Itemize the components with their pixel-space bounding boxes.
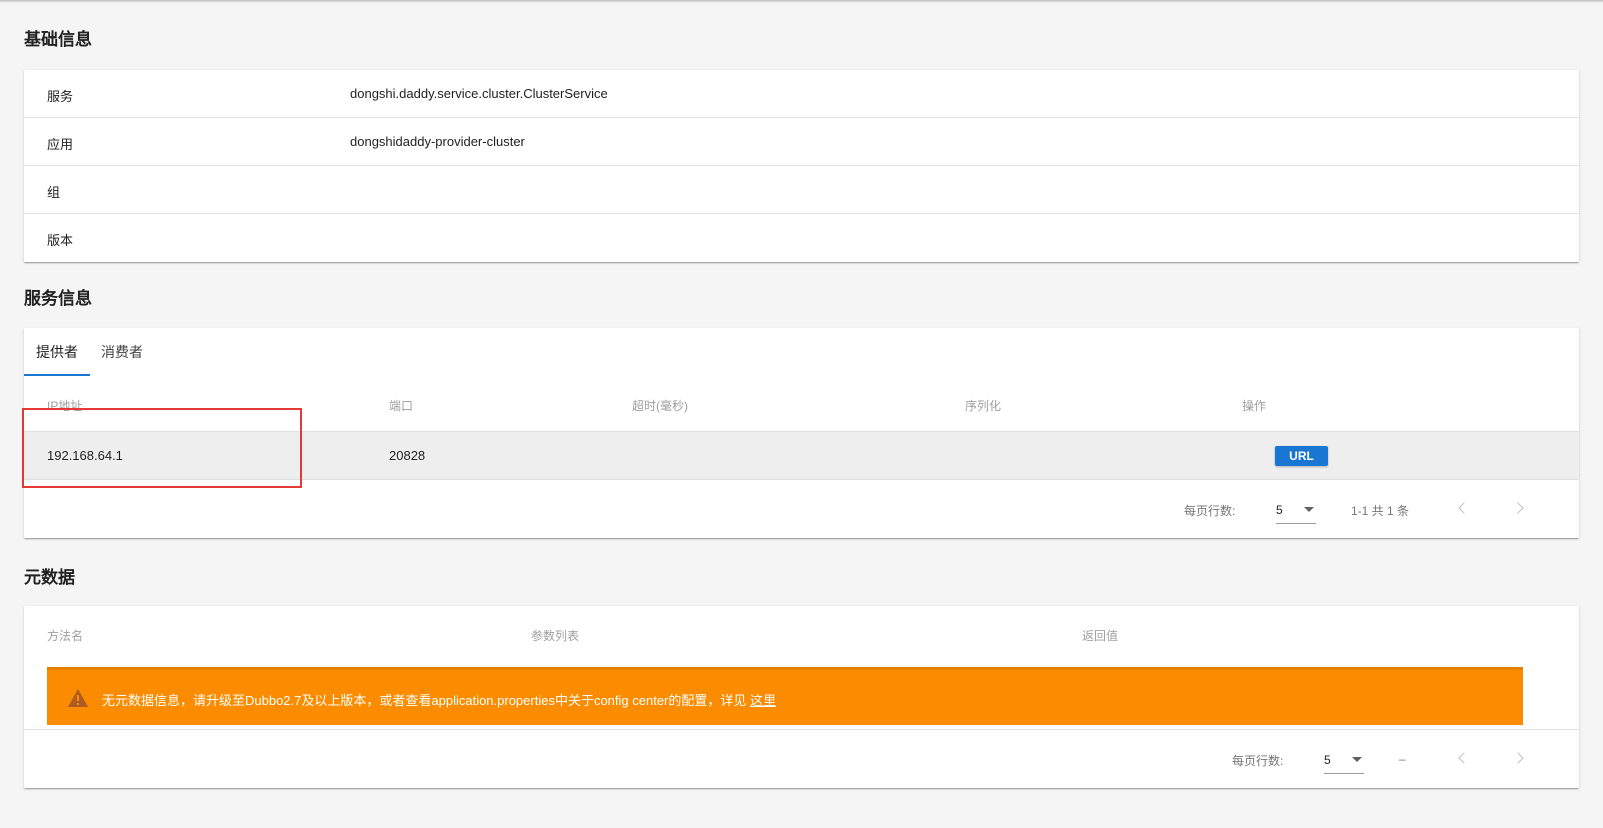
page-info: –: [1399, 752, 1406, 766]
info-key: 应用: [47, 137, 74, 152]
basic-info-title: 基础信息: [24, 30, 92, 49]
info-key: 组: [47, 185, 61, 200]
page-info: 1-1 共 1 条: [1351, 504, 1410, 518]
providers-table-header: IP地址 端口 超时(毫秒) 序列化 操作: [24, 376, 1579, 432]
top-bar-shadow: [0, 0, 1603, 3]
metadata-alert-row: 无元数据信息，请升级至Dubbo2.7及以上版本，或者查看application…: [24, 662, 1579, 730]
metadata-warning-alert: 无元数据信息，请升级至Dubbo2.7及以上版本，或者查看application…: [47, 667, 1523, 725]
rows-per-page-select[interactable]: 5: [1324, 744, 1364, 774]
rows-per-page-select[interactable]: 5: [1276, 494, 1316, 524]
service-tabs: 提供者 消费者: [24, 328, 1579, 376]
rows-per-page-label: 每页行数:: [1184, 504, 1236, 518]
column-header-port: 端口: [389, 399, 414, 413]
alert-message: 无元数据信息，请升级至Dubbo2.7及以上版本，或者查看application…: [102, 690, 776, 709]
metadata-card: 方法名 参数列表 返回值 无元数据信息，请升级至Dubbo2.7及以上版本，或者…: [24, 606, 1579, 788]
caret-down-icon: [1352, 757, 1362, 762]
metadata-title: 元数据: [24, 568, 75, 587]
metadata-table-footer: 每页行数: 5 –: [24, 730, 1579, 788]
chevron-left-icon: [1458, 502, 1470, 514]
alert-text: 无元数据信息，请升级至Dubbo2.7及以上版本，或者查看application…: [102, 693, 751, 708]
metadata-table-header: 方法名 参数列表 返回值: [24, 606, 1579, 662]
info-row-application: 应用 dongshidaddy-provider-cluster: [24, 118, 1579, 166]
info-key: 版本: [47, 233, 74, 248]
chevron-right-icon: [1512, 502, 1524, 514]
table-row[interactable]: 192.168.64.1 20828 URL: [24, 432, 1579, 480]
next-page-button[interactable]: [1511, 747, 1531, 771]
chevron-right-icon: [1512, 752, 1524, 764]
column-header-timeout: 超时(毫秒): [632, 399, 688, 413]
service-info-card: 提供者 消费者 IP地址 端口 超时(毫秒) 序列化 操作 192.168.64…: [24, 328, 1579, 538]
tab-providers[interactable]: 提供者: [24, 328, 90, 376]
cell-port: 20828: [389, 448, 426, 463]
column-header-params: 参数列表: [531, 629, 580, 643]
rows-per-page-value: 5: [1276, 503, 1283, 517]
column-header-return: 返回值: [1082, 629, 1119, 643]
column-header-ip: IP地址: [47, 399, 83, 413]
chevron-left-icon: [1458, 752, 1470, 764]
caret-down-icon: [1304, 507, 1314, 512]
tab-consumers[interactable]: 消费者: [90, 328, 154, 376]
prev-page-button[interactable]: [1454, 747, 1474, 771]
info-value: dongshi.daddy.service.cluster.ClusterSer…: [350, 86, 608, 101]
alert-link[interactable]: 这里: [750, 693, 776, 708]
prev-page-button[interactable]: [1454, 497, 1474, 521]
warning-icon: [68, 689, 88, 707]
providers-table-footer: 每页行数: 5 1-1 共 1 条: [24, 480, 1579, 538]
cell-ip: 192.168.64.1: [47, 448, 123, 463]
basic-info-card: 服务 dongshi.daddy.service.cluster.Cluster…: [24, 70, 1579, 262]
column-header-action: 操作: [1242, 399, 1267, 413]
info-value: dongshidaddy-provider-cluster: [350, 134, 525, 149]
column-header-method: 方法名: [47, 629, 84, 643]
rows-per-page-value: 5: [1324, 753, 1331, 767]
service-info-title: 服务信息: [24, 289, 92, 308]
info-row-group: 组: [24, 166, 1579, 214]
info-row-service: 服务 dongshi.daddy.service.cluster.Cluster…: [24, 70, 1579, 118]
rows-per-page-label: 每页行数:: [1232, 754, 1284, 768]
info-key: 服务: [47, 89, 74, 104]
url-button[interactable]: URL: [1275, 446, 1328, 466]
column-header-serialization: 序列化: [965, 399, 1002, 413]
next-page-button[interactable]: [1511, 497, 1531, 521]
info-row-version: 版本: [24, 214, 1579, 262]
